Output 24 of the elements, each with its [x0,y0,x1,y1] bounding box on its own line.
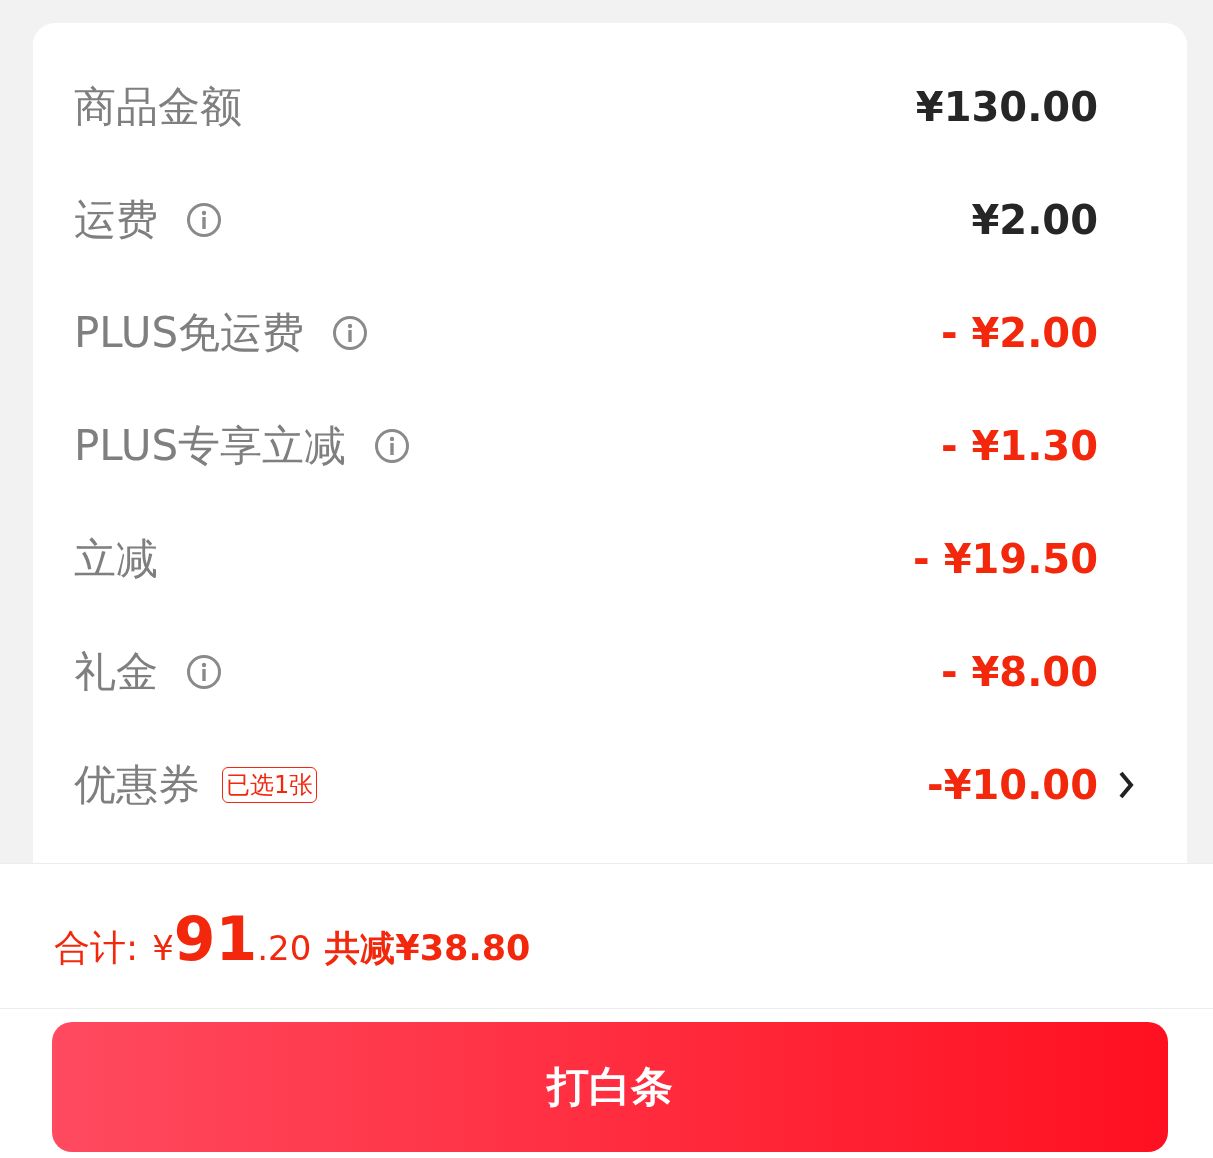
row-label: 立减 [74,532,158,585]
pay-button[interactable]: 打白条 [52,1022,1168,1152]
row-amount: ¥130.00 [915,83,1098,130]
info-icon[interactable] [374,427,411,464]
row-amount: - ¥8.00 [940,648,1098,695]
total-label: 合计: [54,926,139,970]
coupon-badge: 已选1张 [222,766,318,803]
row-amount: -¥10.00 [927,761,1098,808]
row-amount: ¥2.00 [971,196,1098,243]
row-label: 运费 [74,193,158,246]
chevron-right-icon[interactable] [1118,769,1134,800]
row-label: 优惠券 [74,758,200,811]
row-amount: - ¥19.50 [913,535,1098,582]
row-label: 商品金额 [74,80,242,133]
row-amount: - ¥1.30 [940,422,1098,469]
row-amount: - ¥2.00 [940,309,1098,356]
info-icon[interactable] [186,653,222,690]
row-label: 礼金 [74,645,158,698]
info-icon[interactable] [186,201,222,238]
row-label: PLUS专享立减 [74,419,347,472]
saved-amount: 共减¥38.80 [325,927,531,970]
info-icon[interactable] [332,314,369,351]
row-label: PLUS免运费 [74,306,305,359]
total-price: ¥91.20 [152,904,312,974]
